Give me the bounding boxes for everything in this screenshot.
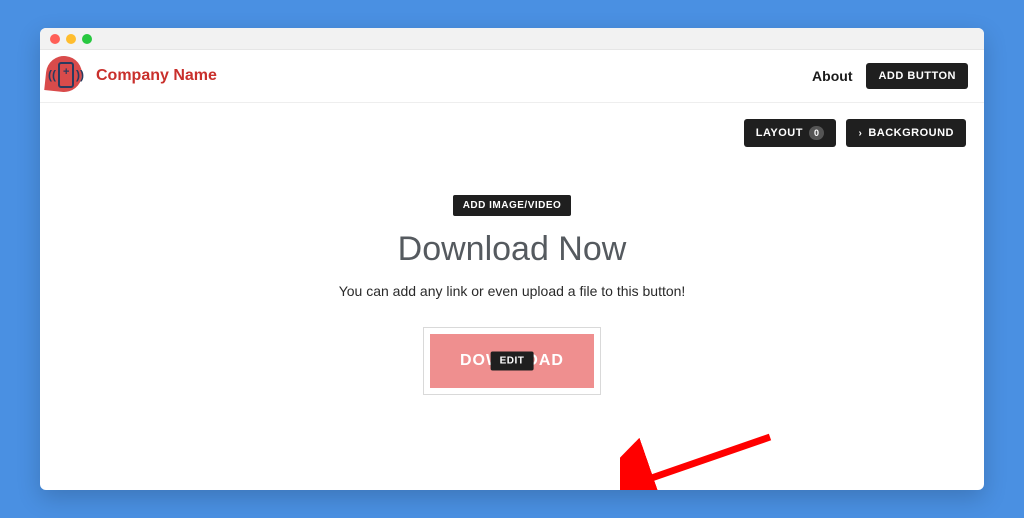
page-heading: Download Now: [398, 230, 627, 269]
layout-count-badge: 0: [809, 126, 825, 140]
window-maximize-icon[interactable]: [82, 34, 92, 44]
download-button-frame: DOWNLOAD EDIT: [423, 327, 601, 395]
chevron-right-icon: ›: [858, 128, 862, 139]
download-button[interactable]: DOWNLOAD EDIT: [430, 334, 594, 388]
background-label: BACKGROUND: [868, 127, 954, 139]
window-close-icon[interactable]: [50, 34, 60, 44]
layout-button[interactable]: LAYOUT 0: [744, 119, 837, 147]
page-content: ADD IMAGE/VIDEO Download Now You can add…: [40, 147, 984, 490]
top-navbar: (( )) Company Name About ADD BUTTON: [40, 50, 984, 103]
brand-area[interactable]: (( )) Company Name: [46, 56, 217, 96]
app-window: (( )) Company Name About ADD BUTTON LAYO…: [40, 28, 984, 490]
editor-toolbar: LAYOUT 0 › BACKGROUND: [40, 103, 984, 147]
background-button[interactable]: › BACKGROUND: [846, 119, 966, 147]
annotation-arrow-icon: [620, 427, 780, 490]
page-subtitle: You can add any link or even upload a fi…: [339, 283, 686, 299]
navbar-right: About ADD BUTTON: [812, 63, 968, 89]
company-logo-icon: (( )): [46, 56, 86, 96]
about-link[interactable]: About: [812, 68, 852, 84]
add-media-button[interactable]: ADD IMAGE/VIDEO: [453, 195, 572, 216]
add-button[interactable]: ADD BUTTON: [866, 63, 968, 89]
window-minimize-icon[interactable]: [66, 34, 76, 44]
edit-button[interactable]: EDIT: [491, 352, 534, 371]
company-name: Company Name: [96, 67, 217, 85]
window-titlebar: [40, 28, 984, 50]
layout-label: LAYOUT: [756, 127, 803, 139]
